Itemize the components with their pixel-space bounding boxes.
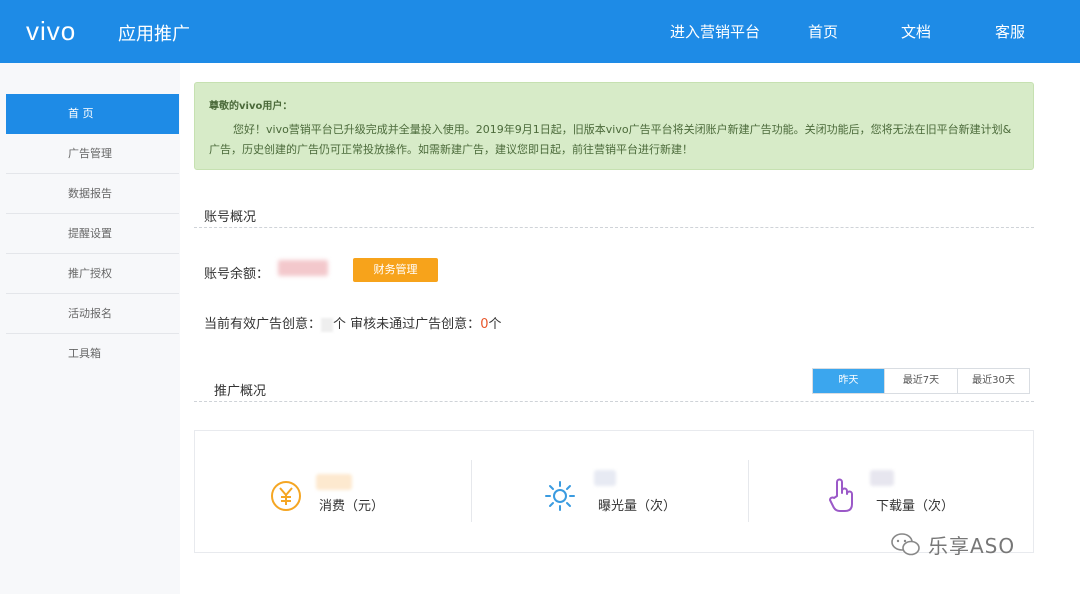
downloads-value-redacted bbox=[870, 470, 894, 486]
nav-docs[interactable]: 文档 bbox=[901, 21, 931, 42]
watermark-brand: 乐享ASO bbox=[928, 534, 1016, 558]
sidebar-item-home[interactable]: 首 页 bbox=[6, 94, 179, 134]
tab-yesterday[interactable]: 昨天 bbox=[813, 369, 884, 393]
spend-value-redacted bbox=[316, 474, 352, 490]
active-creatives-redacted bbox=[321, 317, 334, 332]
balance-value-redacted bbox=[278, 260, 328, 276]
tab-last-30-days[interactable]: 最近30天 bbox=[957, 369, 1029, 393]
divider bbox=[194, 227, 1034, 228]
sidebar-item-promo-authorization[interactable]: 推广授权 bbox=[6, 254, 179, 294]
promo-overview-title: 推广概况 bbox=[214, 384, 267, 399]
nav-marketing-platform[interactable]: 进入营销平台 bbox=[670, 21, 760, 42]
creative-status: 当前有效广告创意：个 审核未通过广告创意：0个 bbox=[204, 313, 501, 332]
stat-divider bbox=[471, 460, 472, 522]
nav-home[interactable]: 首页 bbox=[808, 21, 838, 42]
product-name: 应用推广 bbox=[118, 24, 190, 45]
notice-banner: 尊敬的vivo用户： 您好！vivo营销平台已升级完成并全量投入使用。2019年… bbox=[194, 82, 1034, 170]
wechat-icon bbox=[891, 533, 920, 556]
sidebar-item-data-report[interactable]: 数据报告 bbox=[6, 174, 179, 214]
tab-last-7-days[interactable]: 最近7天 bbox=[884, 369, 957, 393]
rejected-creatives-unit: 个 bbox=[488, 317, 502, 332]
finance-management-button[interactable]: 财务管理 bbox=[353, 258, 438, 282]
downloads-label: 下载量（次） bbox=[876, 499, 955, 514]
exposure-label: 曝光量（次） bbox=[598, 499, 677, 514]
hand-pointer-icon bbox=[829, 478, 853, 512]
sidebar-item-toolbox[interactable]: 工具箱 bbox=[6, 334, 179, 374]
sidebar-item-ad-management[interactable]: 广告管理 bbox=[6, 134, 179, 174]
notice-body: 您好！vivo营销平台已升级完成并全量投入使用。2019年9月1日起，旧版本vi… bbox=[209, 123, 1012, 156]
notice-title: 尊敬的vivo用户： bbox=[209, 101, 293, 112]
top-navbar: vivo 应用推广 进入营销平台 首页 文档 客服 bbox=[0, 0, 1080, 63]
sun-icon bbox=[545, 481, 575, 511]
vivo-logo[interactable]: vivo bbox=[26, 16, 76, 47]
rejected-creatives-label: 审核未通过广告创意： bbox=[350, 317, 481, 332]
date-range-tabs: 昨天 最近7天 最近30天 bbox=[812, 368, 1030, 394]
sidebar-item-event-signup[interactable]: 活动报名 bbox=[6, 294, 179, 334]
account-overview-title: 账号概况 bbox=[204, 210, 257, 225]
stat-divider bbox=[748, 460, 749, 522]
exposure-value-redacted bbox=[594, 470, 616, 486]
active-creatives-unit: 个 bbox=[333, 317, 347, 332]
sidebar-item-reminder-settings[interactable]: 提醒设置 bbox=[6, 214, 179, 254]
yuan-icon bbox=[271, 481, 301, 511]
divider bbox=[194, 401, 1034, 402]
balance-label: 账号余额： bbox=[204, 267, 270, 282]
spend-label: 消费（元） bbox=[319, 499, 385, 514]
active-creatives-label: 当前有效广告创意： bbox=[204, 317, 322, 332]
nav-support[interactable]: 客服 bbox=[995, 21, 1025, 42]
